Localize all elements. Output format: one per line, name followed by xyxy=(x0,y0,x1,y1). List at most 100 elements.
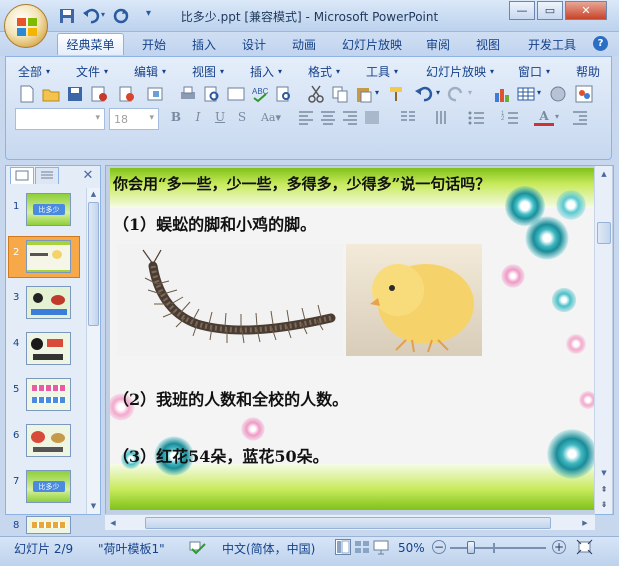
zoom-in-icon[interactable]: + xyxy=(552,540,566,554)
underline-icon[interactable]: U xyxy=(210,108,230,126)
menu-slideshow[interactable]: 幻灯片放映 ▾ xyxy=(426,62,494,80)
menu-window[interactable]: 窗口 ▾ xyxy=(518,62,550,80)
tab-animation[interactable]: 动画 xyxy=(284,33,324,55)
publish-icon[interactable] xyxy=(145,84,165,104)
help-icon[interactable]: ? xyxy=(593,36,608,51)
grayscale-icon[interactable] xyxy=(548,84,568,104)
font-name-box[interactable]: ▾ xyxy=(15,108,105,130)
scroll-left-icon[interactable]: ◀ xyxy=(107,517,119,529)
print-icon[interactable] xyxy=(178,84,198,104)
font-color-icon[interactable]: A xyxy=(534,108,554,126)
thumbnail-scrollbar[interactable]: ▲ ▼ xyxy=(86,188,100,514)
minimize-button[interactable]: — xyxy=(509,1,535,20)
tab-classic-menu[interactable]: 经典菜单 xyxy=(57,33,124,55)
scroll-up-icon[interactable]: ▲ xyxy=(87,188,100,200)
cut-icon[interactable] xyxy=(306,84,326,104)
change-case-icon[interactable]: Aa▾ xyxy=(258,108,284,126)
language-status[interactable]: 中文(简体，中国) xyxy=(222,539,315,557)
scroll-thumb[interactable] xyxy=(88,202,99,326)
spelling-icon[interactable]: ABC xyxy=(250,84,270,104)
menu-help[interactable]: 帮助 xyxy=(576,62,600,80)
text-direction-icon[interactable] xyxy=(432,108,452,126)
slide-horizontal-scrollbar[interactable]: ◀ ▶ xyxy=(105,514,595,530)
undo-toolbar-dropdown-icon[interactable]: ▾ xyxy=(436,88,440,97)
paste-dropdown-icon[interactable]: ▾ xyxy=(375,88,379,97)
open-icon[interactable] xyxy=(41,84,61,104)
permission-icon[interactable] xyxy=(89,84,109,104)
align-right-icon[interactable] xyxy=(340,108,360,126)
scroll-thumb[interactable] xyxy=(145,517,551,529)
slide-canvas[interactable]: 你会用“多一些，少一些，多得多，少得多”说一句话吗？ （1）蜈蚣的脚和小鸡的脚。… xyxy=(110,168,596,510)
menu-view[interactable]: 视图 ▾ xyxy=(192,62,224,80)
chick-image[interactable] xyxy=(346,244,482,356)
table-icon[interactable] xyxy=(516,84,536,104)
font-color-dropdown-icon[interactable]: ▾ xyxy=(555,112,559,121)
font-size-dropdown-icon[interactable]: ▾ xyxy=(149,113,154,123)
thumbnail-slide-7[interactable]: 比多少 xyxy=(26,470,71,503)
research-icon[interactable] xyxy=(274,84,294,104)
numbering-icon[interactable]: 12 xyxy=(500,108,520,126)
scroll-thumb[interactable] xyxy=(597,222,611,244)
thumbnail-slide-4[interactable] xyxy=(26,332,71,365)
tab-developer[interactable]: 开发工具 xyxy=(520,33,584,55)
normal-view-icon[interactable] xyxy=(335,539,351,555)
shadow-icon[interactable]: S xyxy=(232,108,252,126)
scroll-up-icon[interactable]: ▲ xyxy=(597,168,611,180)
font-size-box[interactable]: 18 ▾ xyxy=(109,108,159,130)
table-dropdown-icon[interactable]: ▾ xyxy=(537,88,541,97)
thumbnail-slide-3[interactable] xyxy=(26,286,71,319)
close-button[interactable]: ✕ xyxy=(565,1,607,20)
zoom-slider-track[interactable] xyxy=(450,547,546,549)
menu-all[interactable]: 全部 ▾ xyxy=(18,62,50,80)
tab-review[interactable]: 审阅 xyxy=(418,33,458,55)
scroll-down-icon[interactable]: ▼ xyxy=(87,500,100,512)
menu-file[interactable]: 文件 ▾ xyxy=(76,62,108,80)
chart-icon[interactable] xyxy=(492,84,512,104)
menu-tools[interactable]: 工具 ▾ xyxy=(366,62,398,80)
bullets-icon[interactable] xyxy=(466,108,486,126)
scroll-down-icon[interactable]: ▼ xyxy=(597,468,611,478)
redo-toolbar-dropdown-icon[interactable]: ▾ xyxy=(468,88,472,97)
align-center-icon[interactable] xyxy=(318,108,338,126)
align-left-icon[interactable] xyxy=(296,108,316,126)
tab-design[interactable]: 设计 xyxy=(234,33,274,55)
save-icon-toolbar[interactable] xyxy=(65,84,85,104)
tab-view[interactable]: 视图 xyxy=(468,33,508,55)
bold-icon[interactable]: B xyxy=(166,108,186,126)
scroll-right-icon[interactable]: ▶ xyxy=(579,517,591,529)
next-slide-icon[interactable]: ⇟ xyxy=(597,498,611,510)
justify-icon[interactable] xyxy=(362,108,382,126)
thumbnail-slide-8[interactable] xyxy=(26,516,71,534)
email-icon[interactable] xyxy=(117,84,137,104)
paste-icon[interactable] xyxy=(354,84,374,104)
close-pane-icon[interactable]: ✕ xyxy=(80,167,96,183)
slide-view-icon[interactable] xyxy=(226,84,246,104)
copy-icon[interactable] xyxy=(330,84,350,104)
thumbnail-slide-2[interactable] xyxy=(26,240,71,273)
font-name-dropdown-icon[interactable]: ▾ xyxy=(95,113,100,123)
centipede-image[interactable] xyxy=(117,244,343,356)
maximize-button[interactable]: ▭ xyxy=(537,1,563,20)
italic-icon[interactable]: I xyxy=(188,108,208,126)
tab-outline[interactable] xyxy=(35,167,59,184)
slide-vertical-scrollbar[interactable]: ▲ ▼ ⇞ ⇟ xyxy=(594,166,612,514)
color-icon[interactable] xyxy=(574,84,594,104)
slide-sorter-view-icon[interactable] xyxy=(354,539,370,555)
thumbnail-slide-5[interactable] xyxy=(26,378,71,411)
redo-toolbar-icon[interactable] xyxy=(446,84,466,104)
thumbnail-slide-6[interactable] xyxy=(26,424,71,457)
columns-icon[interactable] xyxy=(398,108,418,126)
slideshow-view-icon[interactable] xyxy=(373,539,389,555)
spelling-status-icon[interactable] xyxy=(188,539,206,555)
undo-toolbar-icon[interactable] xyxy=(414,84,434,104)
tab-slideshow[interactable]: 幻灯片放映 xyxy=(334,33,410,55)
decrease-indent-icon[interactable] xyxy=(570,108,590,126)
print-preview-icon[interactable] xyxy=(202,84,222,104)
office-button[interactable] xyxy=(4,4,48,48)
zoom-level[interactable]: 50% xyxy=(398,539,425,557)
menu-format[interactable]: 格式 ▾ xyxy=(308,62,340,80)
zoom-out-icon[interactable]: − xyxy=(432,540,446,554)
menu-edit[interactable]: 编辑 ▾ xyxy=(134,62,166,80)
zoom-slider-thumb[interactable] xyxy=(467,541,475,554)
thumbnail-slide-1[interactable]: 比多少 xyxy=(26,193,71,226)
